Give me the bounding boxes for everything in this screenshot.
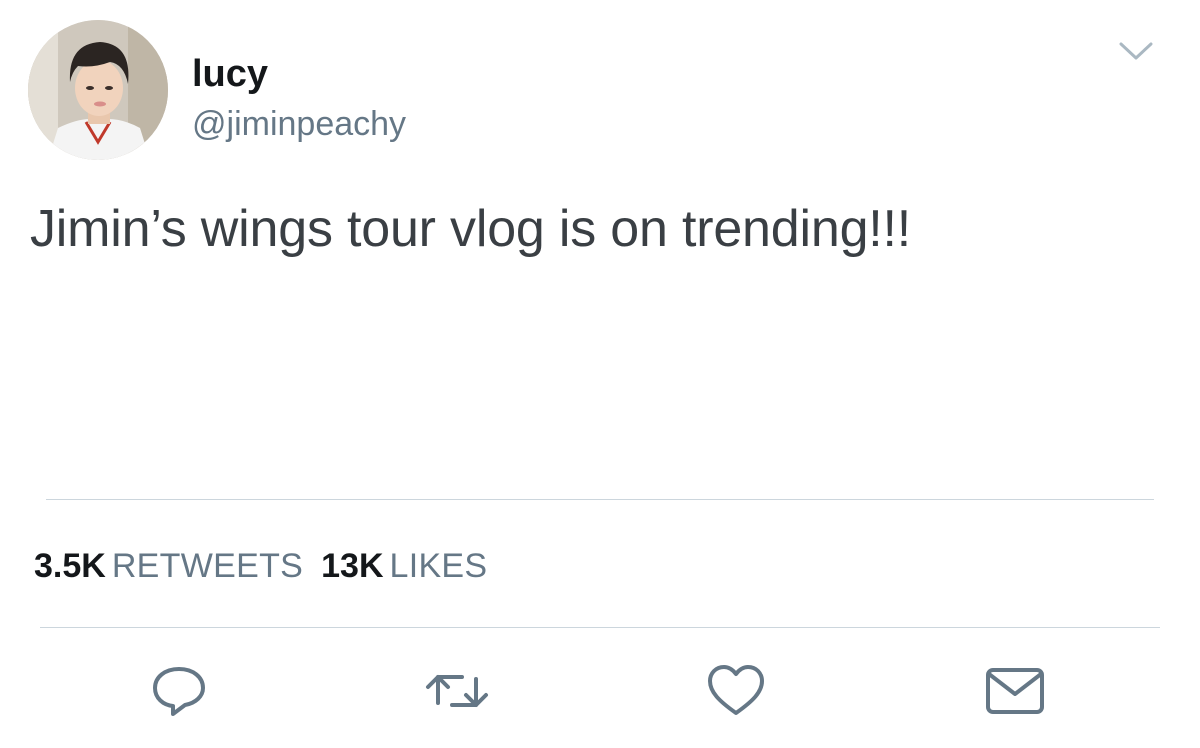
like-button[interactable] [701,658,771,724]
user-handle[interactable]: @jiminpeachy [192,104,406,144]
reply-icon [153,667,205,716]
tweet-menu-button[interactable] [1114,36,1158,66]
reply-button[interactable] [144,658,214,724]
chevron-down-icon [1119,42,1153,60]
avatar[interactable] [28,20,168,160]
envelope-icon [986,668,1044,714]
retweet-button[interactable] [422,658,492,724]
display-name[interactable]: lucy [192,52,268,96]
message-button[interactable] [980,658,1050,724]
retweets-stat[interactable]: 3.5K RETWEETS [34,546,303,586]
tweet-stats: 3.5K RETWEETS 13K LIKES [34,546,505,586]
divider [40,627,1160,628]
retweets-label: RETWEETS [111,547,304,585]
tweet-text: Jimin’s wings tour vlog is on trending!!… [30,200,912,258]
likes-label: LIKES [389,547,488,585]
heart-icon [708,665,764,715]
likes-count: 13K [321,547,384,585]
likes-stat[interactable]: 13K LIKES [321,546,487,586]
avatar-photo [28,20,168,160]
retweets-count: 3.5K [34,547,106,585]
retweet-icon [426,675,488,707]
divider [46,499,1154,500]
